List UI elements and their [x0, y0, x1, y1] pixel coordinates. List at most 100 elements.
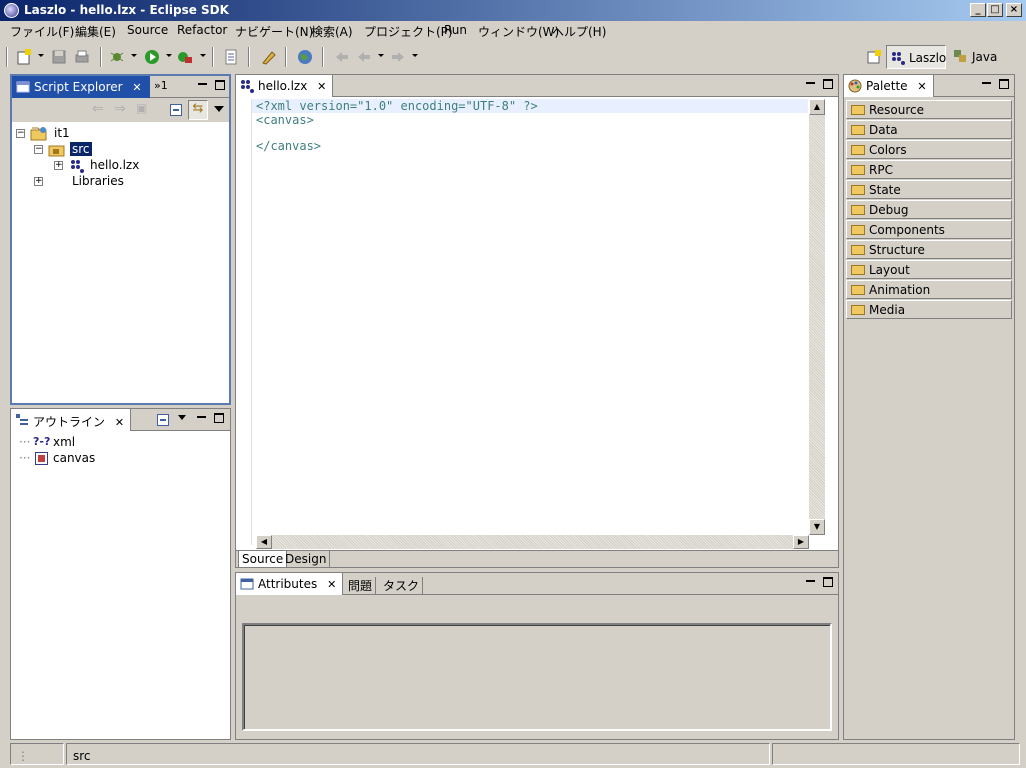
tab-script-explorer[interactable]: Script Explorer ✕	[12, 76, 150, 98]
up-icon[interactable]: ▣	[136, 101, 147, 115]
menu-file[interactable]: ファイル(F)	[10, 23, 74, 40]
minimize-view-icon[interactable]	[982, 82, 991, 91]
menu-project[interactable]: プロジェクト(P)	[364, 23, 453, 40]
scroll-down-icon[interactable]: ▼	[809, 519, 825, 535]
save-icon[interactable]	[50, 48, 68, 66]
close-icon[interactable]: ✕	[327, 578, 336, 591]
expand-expander-icon[interactable]: +	[54, 161, 63, 170]
menu-window[interactable]: ウィンドウ(W)	[478, 23, 559, 40]
palette-drawer-structure[interactable]: Structure	[846, 240, 1012, 259]
minimize-view-icon[interactable]	[806, 82, 815, 91]
palette-drawer-label: RPC	[869, 163, 893, 177]
tab-palette[interactable]: Palette ✕	[844, 75, 934, 97]
debug-icon[interactable]	[108, 48, 126, 66]
external-tools-icon[interactable]	[176, 48, 194, 66]
new-dropdown-icon[interactable]	[38, 54, 44, 57]
tab-tasks[interactable]: タスク	[383, 577, 424, 594]
menu-source[interactable]: Source	[127, 23, 168, 37]
script-explorer-panel: Script Explorer ✕ »1 ⇐ ⇒ ▣ ⇆ − it1 − src…	[10, 74, 231, 405]
tab-source[interactable]: Source	[238, 551, 288, 568]
forward-dropdown-icon[interactable]	[412, 54, 418, 57]
code-line-4[interactable]: </canvas>	[256, 139, 321, 153]
back-dropdown-icon[interactable]	[378, 54, 384, 57]
minimize-view-icon[interactable]	[198, 83, 207, 92]
run-dropdown-icon[interactable]	[166, 54, 172, 57]
tab-design[interactable]: Design	[282, 551, 331, 567]
view-overflow-button[interactable]: »1	[154, 79, 168, 92]
palette-drawer-rpc[interactable]: RPC	[846, 160, 1012, 179]
menu-search[interactable]: 検索(A)	[311, 23, 353, 40]
scroll-up-icon[interactable]: ▲	[809, 99, 825, 115]
tree-libraries-label: Libraries	[72, 174, 124, 188]
menu-run[interactable]: Run	[444, 23, 467, 37]
menu-refactor[interactable]: Refactor	[177, 23, 227, 37]
palette-drawer-state[interactable]: State	[846, 180, 1012, 199]
expand-expander-icon[interactable]: +	[34, 177, 43, 186]
tree-connector: ···	[19, 451, 31, 465]
close-icon[interactable]: ✕	[317, 80, 326, 93]
view-menu-icon[interactable]	[178, 415, 186, 420]
palette-drawer-debug[interactable]: Debug	[846, 200, 1012, 219]
close-icon[interactable]: ✕	[132, 81, 141, 94]
palette-drawer-components[interactable]: Components	[846, 220, 1012, 239]
horizontal-scrollbar[interactable]: ◀ ▶	[256, 535, 809, 549]
toolbar-grip	[6, 47, 8, 67]
globe-icon[interactable]	[296, 48, 314, 66]
collapse-all-icon[interactable]	[170, 104, 182, 116]
print-icon[interactable]	[73, 48, 91, 66]
minimize-view-icon[interactable]	[806, 580, 815, 589]
perspective-java[interactable]: Java	[950, 45, 1000, 69]
minimize-view-icon[interactable]	[197, 416, 206, 425]
vertical-scrollbar[interactable]: ▲ ▼	[809, 99, 825, 535]
pen-icon[interactable]	[260, 48, 278, 66]
palette-drawer-label: Components	[869, 223, 945, 237]
palette-drawer-layout[interactable]: Layout	[846, 260, 1012, 279]
scroll-left-icon[interactable]: ◀	[256, 535, 272, 549]
scroll-right-icon[interactable]: ▶	[793, 535, 809, 549]
palette-drawer-colors[interactable]: Colors	[846, 140, 1012, 159]
close-icon[interactable]: ✕	[917, 80, 926, 93]
palette-drawer-media[interactable]: Media	[846, 300, 1012, 319]
menu-edit[interactable]: 編集(E)	[75, 23, 116, 40]
perspective-laszlo[interactable]: Laszlo	[886, 45, 946, 69]
menu-help[interactable]: ヘルプ(H)	[552, 23, 606, 40]
tab-outline[interactable]: アウトライン ✕	[11, 409, 132, 431]
maximize-view-icon[interactable]	[823, 577, 833, 587]
back-icon[interactable]: ⇐	[92, 101, 104, 117]
palette-drawer-data[interactable]: Data	[846, 120, 1012, 139]
fast-view-bar[interactable]: ⋮	[10, 743, 64, 765]
maximize-view-icon[interactable]	[214, 413, 224, 423]
external-tools-dropdown-icon[interactable]	[200, 54, 206, 57]
run-icon[interactable]	[143, 48, 161, 66]
maximize-view-icon[interactable]	[215, 80, 225, 90]
minimize-button[interactable]: _	[970, 3, 986, 17]
tab-attributes[interactable]: Attributes ✕	[236, 573, 344, 595]
code-line-1[interactable]: <?xml version="1.0" encoding="UTF-8" ?>	[256, 99, 538, 113]
open-perspective-icon[interactable]	[866, 49, 882, 65]
tab-problems[interactable]: 問題	[348, 577, 377, 594]
view-menu-icon[interactable]	[214, 106, 224, 112]
menu-navigate[interactable]: ナビゲート(N)	[235, 23, 313, 40]
close-button[interactable]: ×	[1006, 3, 1022, 17]
forward-icon[interactable]: ⇒	[114, 101, 126, 117]
maximize-view-icon[interactable]	[823, 79, 833, 89]
palette-drawer-resource[interactable]: Resource	[846, 100, 1012, 119]
debug-dropdown-icon[interactable]	[131, 54, 137, 57]
back-icon[interactable]	[355, 48, 373, 66]
close-icon[interactable]: ✕	[115, 416, 124, 429]
collapse-expander-icon[interactable]: −	[16, 129, 25, 138]
folder-icon	[851, 185, 865, 195]
tab-hello-lzx[interactable]: hello.lzx ✕	[236, 75, 334, 97]
code-line-2[interactable]: <canvas>	[256, 113, 314, 127]
last-edit-icon[interactable]	[333, 48, 351, 66]
link-with-editor-icon[interactable]: ⇆	[188, 100, 208, 120]
maximize-view-icon[interactable]	[999, 79, 1009, 89]
open-type-icon[interactable]	[222, 48, 240, 66]
new-icon[interactable]	[15, 48, 33, 66]
collapse-expander-icon[interactable]: −	[34, 145, 43, 154]
collapse-all-icon[interactable]	[157, 414, 169, 426]
maximize-button[interactable]: □	[987, 3, 1003, 17]
forward-icon[interactable]	[389, 48, 407, 66]
palette-drawer-animation[interactable]: Animation	[846, 280, 1012, 299]
toolbar-separator	[285, 47, 287, 67]
